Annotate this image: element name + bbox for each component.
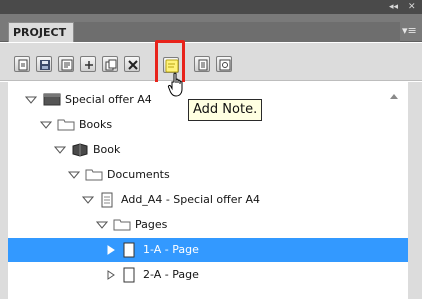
collapse-panel-icon[interactable]: ◂◂ (389, 1, 398, 13)
expanded-twisty-icon[interactable] (96, 221, 108, 229)
document-view-icon[interactable] (194, 56, 210, 72)
tree-item-label: Special offer A4 (65, 93, 152, 106)
tree-item-label: Book (93, 143, 121, 156)
save-icon[interactable] (36, 56, 52, 72)
folder-icon (85, 169, 103, 181)
close-panel-icon[interactable]: ✕ (408, 1, 416, 13)
tree-item-label: Books (79, 118, 113, 131)
collapsed-twisty-icon[interactable] (107, 270, 115, 280)
settings-icon[interactable] (216, 56, 232, 72)
folder-icon (113, 219, 131, 231)
tree-item-label: Documents (107, 168, 170, 181)
project-icon (43, 93, 61, 106)
tree-item-label: 1-A - Page (143, 243, 199, 256)
tab-project[interactable]: PROJECT (8, 22, 74, 42)
page-icon (123, 242, 135, 258)
duplicate-icon[interactable] (102, 56, 118, 72)
tree-row-book[interactable]: Book (8, 138, 408, 162)
properties-icon[interactable] (58, 56, 74, 72)
book-icon (72, 143, 88, 157)
new-document-icon[interactable] (14, 56, 30, 72)
expanded-twisty-icon[interactable] (54, 146, 66, 154)
tree-row-page-2a[interactable]: 2-A - Page (8, 263, 408, 287)
tree-item-label: 2-A - Page (143, 268, 199, 281)
tree-item-label: Pages (135, 218, 168, 231)
folder-icon (57, 119, 75, 131)
panel-tab-row: PROJECT ▾≡ (0, 14, 422, 42)
expanded-twisty-icon[interactable] (82, 196, 94, 204)
tree-item-label: Add_A4 - Special offer A4 (121, 193, 261, 206)
expanded-twisty-icon[interactable] (40, 121, 52, 129)
expanded-twisty-icon[interactable] (68, 171, 80, 179)
delete-icon[interactable] (124, 56, 140, 72)
expanded-twisty-icon[interactable] (25, 96, 37, 104)
document-icon (101, 192, 113, 208)
collapsed-twisty-icon[interactable] (107, 245, 115, 255)
hand-cursor-icon (167, 72, 183, 97)
tree-row-add-a4[interactable]: Add_A4 - Special offer A4 (8, 188, 408, 212)
panel-menu-icon[interactable]: ▾≡ (402, 25, 417, 37)
panel-title-bar: ◂◂ ✕ (0, 0, 422, 14)
project-toolbar (0, 43, 422, 81)
project-panel: ◂◂ ✕ PROJECT ▾≡ Special offer A4 Books B… (0, 0, 422, 299)
tree-row-documents[interactable]: Documents (8, 163, 408, 187)
tree-row-page-1a[interactable]: 1-A - Page (8, 238, 408, 262)
tree-row-pages[interactable]: Pages (8, 213, 408, 237)
tab-row-fill (74, 22, 400, 42)
add-icon[interactable] (80, 56, 96, 72)
page-icon (123, 267, 135, 283)
add-note-tooltip: Add Note. (188, 99, 263, 121)
